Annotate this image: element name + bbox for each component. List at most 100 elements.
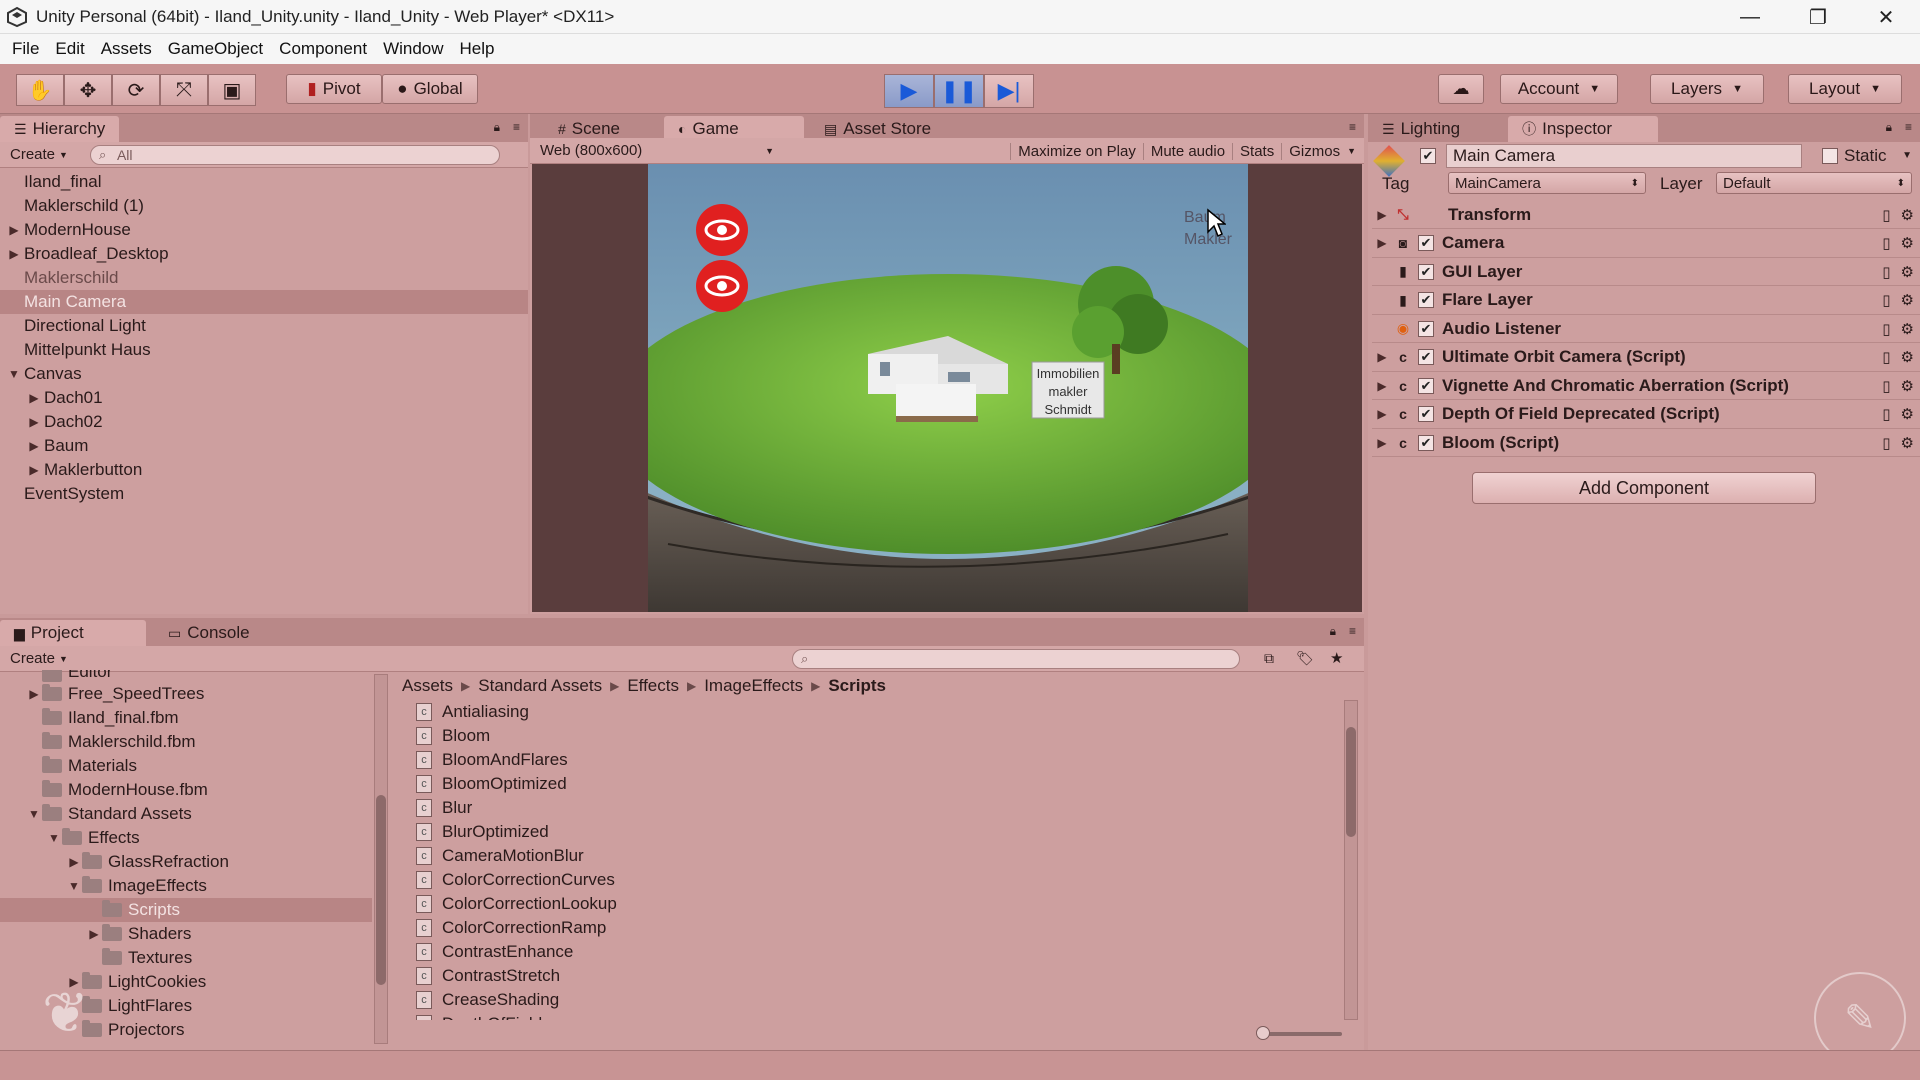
- collapsed-arrow-icon[interactable]: ▶: [86, 927, 102, 941]
- resolution-dropdown[interactable]: Web (800x600) ▼: [540, 142, 780, 159]
- folder-tree-item[interactable]: ▶ Free_SpeedTrees: [0, 682, 372, 706]
- favorite-star-icon[interactable]: ★: [1330, 649, 1343, 667]
- folder-tree-item[interactable]: ▼ Effects: [0, 826, 372, 850]
- gear-icon[interactable]: ⚙: [1901, 263, 1914, 281]
- object-name-field[interactable]: Main Camera: [1446, 144, 1802, 168]
- static-checkbox[interactable]: [1822, 148, 1838, 164]
- cloud-button[interactable]: ☁: [1438, 74, 1484, 104]
- help-book-icon[interactable]: ▯: [1882, 434, 1890, 452]
- help-book-icon[interactable]: ▯: [1882, 206, 1890, 224]
- icon-size-slider[interactable]: [1256, 1026, 1342, 1040]
- component-row[interactable]: ▶ c ✔ Depth Of Field Deprecated (Script) ▯ ⚙: [1372, 401, 1920, 429]
- hierarchy-item[interactable]: Directional Light: [0, 314, 528, 338]
- hierarchy-item[interactable]: ▼ Canvas: [0, 362, 528, 386]
- minimize-button[interactable]: —: [1716, 0, 1784, 34]
- asset-file-item[interactable]: c BlurOptimized: [416, 820, 1346, 844]
- hierarchy-item[interactable]: Maklerschild: [0, 266, 528, 290]
- pause-button[interactable]: ❚❚: [934, 74, 984, 108]
- filter-by-type-icon[interactable]: ⧉: [1264, 650, 1274, 667]
- move-tool-icon[interactable]: ✥: [64, 74, 112, 106]
- asset-file-item[interactable]: c DepthOfField: [416, 1012, 1346, 1020]
- component-enabled-checkbox[interactable]: ✔: [1418, 320, 1434, 337]
- hand-tool-icon[interactable]: ✋: [16, 74, 64, 106]
- asset-file-item[interactable]: c BloomOptimized: [416, 772, 1346, 796]
- panel-menu-icon[interactable]: ≡: [1349, 624, 1356, 638]
- tab-inspector[interactable]: ⓘ Inspector: [1508, 116, 1659, 142]
- menu-help[interactable]: Help: [452, 39, 503, 59]
- component-enabled-checkbox[interactable]: ✔: [1418, 406, 1434, 422]
- collapsed-arrow-icon[interactable]: ▶: [1374, 208, 1390, 222]
- lock-icon[interactable]: 🔒︎: [1330, 624, 1336, 639]
- hierarchy-item[interactable]: ▶ ModernHouse: [0, 218, 528, 242]
- hierarchy-item[interactable]: Maklerschild (1): [0, 194, 528, 218]
- chevron-down-icon[interactable]: ▼: [1902, 150, 1912, 161]
- tab-project[interactable]: ▆ Project: [0, 620, 146, 646]
- asset-file-item[interactable]: c Antialiasing: [416, 700, 1346, 724]
- breadcrumb-item[interactable]: Standard Assets: [478, 676, 602, 696]
- help-book-icon[interactable]: ▯: [1882, 263, 1890, 281]
- help-book-icon[interactable]: ▯: [1882, 405, 1890, 423]
- lock-icon[interactable]: 🔒︎: [1886, 120, 1892, 135]
- collapsed-arrow-icon[interactable]: ▶: [6, 223, 22, 237]
- help-book-icon[interactable]: ▯: [1882, 348, 1890, 366]
- collapsed-arrow-icon[interactable]: ▶: [26, 415, 42, 429]
- eye-button-2[interactable]: [696, 260, 748, 312]
- component-row[interactable]: ▶ c ✔ Ultimate Orbit Camera (Script) ▯ ⚙: [1372, 344, 1920, 372]
- collapsed-arrow-icon[interactable]: ▶: [26, 687, 42, 701]
- collapsed-arrow-icon[interactable]: ▶: [66, 855, 82, 869]
- scale-tool-icon[interactable]: ⤧: [160, 74, 208, 106]
- breadcrumb-item[interactable]: Effects: [627, 676, 679, 696]
- play-button[interactable]: ▶: [884, 74, 934, 108]
- asset-file-item[interactable]: c ContrastStretch: [416, 964, 1346, 988]
- component-enabled-checkbox[interactable]: ✔: [1418, 349, 1434, 365]
- help-book-icon[interactable]: ▯: [1882, 377, 1890, 395]
- hierarchy-item[interactable]: ▶ Dach01: [0, 386, 528, 410]
- filter-by-label-icon[interactable]: 🏷︎: [1296, 650, 1314, 667]
- menu-gameobject[interactable]: GameObject: [160, 39, 271, 59]
- breadcrumb-item[interactable]: ImageEffects: [704, 676, 803, 696]
- folder-tree-item[interactable]: ▼ Standard Assets: [0, 802, 372, 826]
- mute-audio-toggle[interactable]: Mute audio: [1142, 142, 1232, 160]
- folder-tree-item[interactable]: Materials: [0, 754, 372, 778]
- collapsed-arrow-icon[interactable]: ▶: [26, 391, 42, 405]
- gear-icon[interactable]: ⚙: [1901, 206, 1914, 224]
- collapsed-arrow-icon[interactable]: ▶: [26, 463, 42, 477]
- menu-window[interactable]: Window: [375, 39, 451, 59]
- menu-edit[interactable]: Edit: [47, 39, 92, 59]
- scroll-thumb[interactable]: [376, 795, 386, 985]
- hierarchy-item[interactable]: ▶ Broadleaf_Desktop: [0, 242, 528, 266]
- layout-dropdown[interactable]: Layout ▼: [1788, 74, 1902, 104]
- tab-hierarchy[interactable]: ☰ Hierarchy: [0, 116, 120, 142]
- maximize-on-play-toggle[interactable]: Maximize on Play: [1010, 142, 1143, 160]
- hierarchy-item[interactable]: ▶ Baum: [0, 434, 528, 458]
- asset-file-item[interactable]: c Blur: [416, 796, 1346, 820]
- expanded-arrow-icon[interactable]: ▼: [26, 807, 42, 821]
- gizmos-dropdown[interactable]: Gizmos: [1281, 142, 1347, 160]
- folder-tree-item[interactable]: Maklerschild.fbm: [0, 730, 372, 754]
- folder-tree-item[interactable]: ▶ Shaders: [0, 922, 372, 946]
- collapsed-arrow-icon[interactable]: ▶: [1374, 407, 1390, 421]
- hierarchy-search-input[interactable]: ⌕ All: [89, 144, 500, 165]
- step-button[interactable]: ▶|: [984, 74, 1034, 108]
- game-canvas[interactable]: Immobilien makler Schmidt Baum Makler: [648, 164, 1248, 612]
- pivot-button[interactable]: ▮ Pivot: [286, 74, 382, 104]
- panel-menu-icon[interactable]: ≡: [1349, 120, 1356, 134]
- global-button[interactable]: ● Global: [382, 74, 478, 104]
- expanded-arrow-icon[interactable]: ▼: [46, 831, 62, 845]
- maximize-button[interactable]: ❐: [1784, 0, 1852, 34]
- component-row[interactable]: ▶ c ✔ Vignette And Chromatic Aberration (Sc…: [1372, 372, 1920, 400]
- component-row[interactable]: ▶ c ✔ Bloom (Script) ▯ ⚙: [1372, 429, 1920, 457]
- hierarchy-item[interactable]: Main Camera: [0, 290, 528, 314]
- component-row[interactable]: ▶ ⤡ Transform ▯ ⚙: [1372, 201, 1920, 229]
- panel-menu-icon[interactable]: ≡: [1905, 120, 1912, 134]
- hierarchy-item[interactable]: Iland_final: [0, 170, 528, 194]
- hierarchy-item[interactable]: ▶ Maklerbutton: [0, 458, 528, 482]
- component-row[interactable]: ▮ ✔ Flare Layer ▯ ⚙: [1372, 287, 1920, 315]
- scroll-thumb[interactable]: [1346, 727, 1356, 837]
- menu-file[interactable]: File: [4, 39, 47, 59]
- gear-icon[interactable]: ⚙: [1901, 405, 1914, 423]
- gear-icon[interactable]: ⚙: [1901, 234, 1914, 252]
- file-list-scrollbar[interactable]: [1344, 700, 1358, 1020]
- gear-icon[interactable]: ⚙: [1901, 377, 1914, 395]
- active-checkbox[interactable]: ✔: [1420, 148, 1436, 164]
